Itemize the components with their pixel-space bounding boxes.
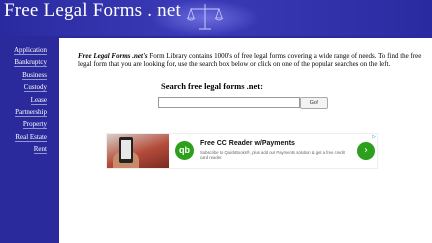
go-button[interactable]: Go! <box>300 97 328 109</box>
sidebar-item-application: Application <box>0 39 58 55</box>
ad-title[interactable]: Free CC Reader w/Payments <box>200 140 295 147</box>
ad-body: Subscribe to QuickBooks®, plus add our P… <box>200 150 345 160</box>
phone-image <box>119 137 133 163</box>
intro-brand: Free Legal Forms .net's <box>78 52 148 60</box>
sidebar-item-property: Property <box>0 113 58 130</box>
sidebar-link-rent[interactable]: Rent <box>33 145 47 155</box>
sidebar-nav: Application Bankruptcy Business Custody … <box>0 39 58 155</box>
sidebar-item-partnership: Partnership <box>0 101 58 117</box>
phone-screen <box>121 140 131 159</box>
site-title[interactable]: Free Legal Forms . net <box>4 0 181 22</box>
arrow-right-icon[interactable]: › <box>357 142 375 160</box>
site-banner: Free Legal Forms . net <box>0 0 432 36</box>
adchoices-icon[interactable]: ▷ <box>372 134 376 140</box>
ad-photo <box>107 134 169 168</box>
quickbooks-logo: qb <box>175 141 194 160</box>
search-heading: Search free legal forms .net: <box>161 81 263 91</box>
intro-paragraph: Free Legal Forms .net's Form Library con… <box>78 52 423 69</box>
sidebar-item-business: Business <box>0 64 58 80</box>
sidebar: Application Bankruptcy Business Custody … <box>0 36 58 243</box>
sidebar-item-bankruptcy: Bankruptcy <box>0 51 58 68</box>
advertisement-banner[interactable]: qb Free CC Reader w/Payments Subscribe t… <box>107 134 377 168</box>
search-input[interactable] <box>158 97 300 108</box>
sidebar-item-real-estate: Real Estate <box>0 126 58 142</box>
sidebar-item-custody: Custody <box>0 76 58 93</box>
scales-of-justice-icon <box>186 4 224 30</box>
main-content: Free Legal Forms .net's Form Library con… <box>59 38 432 243</box>
